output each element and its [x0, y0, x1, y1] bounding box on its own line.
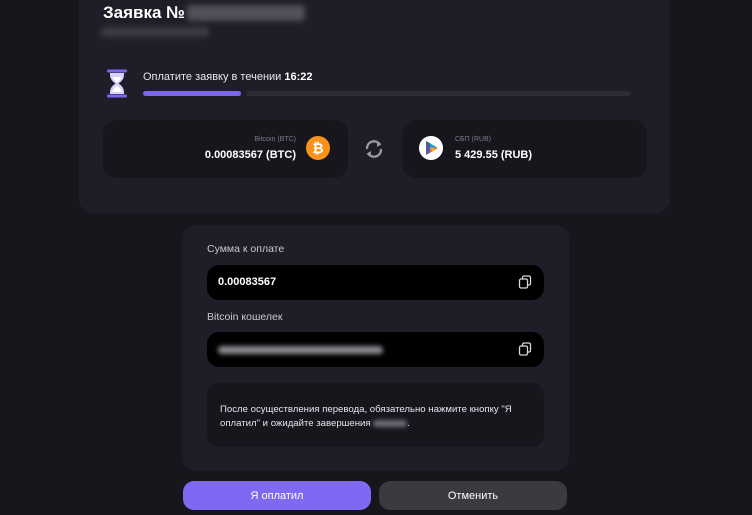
payment-notice: После осуществления перевода, обязательн…: [207, 383, 544, 447]
notice-text: После осуществления перевода, обязательн…: [220, 404, 512, 429]
cancel-button[interactable]: Отменить: [379, 481, 567, 510]
timer-progress-gap: [240, 91, 247, 96]
from-currency-box: Bitcoin (BTC) 0.00083567 (BTC) ₿: [103, 120, 348, 178]
from-currency-label: Bitcoin (BTC): [254, 136, 296, 143]
order-number-redacted: [187, 5, 306, 21]
copy-amount-icon[interactable]: [518, 275, 532, 289]
order-subtitle-redacted: [101, 27, 209, 37]
timer-value: 16:22: [284, 71, 313, 83]
amount-field: 0.00083567: [207, 265, 544, 300]
swap-icon[interactable]: [363, 138, 385, 160]
timer-prefix: Оплатите заявку в течении: [143, 71, 282, 83]
to-currency-amount: 5 429.55 (RUB): [455, 149, 533, 161]
notice-text-block: После осуществления перевода, обязательн…: [220, 403, 538, 431]
to-currency-box: СБП (RUB) 5 429.55 (RUB): [402, 120, 647, 178]
notice-redacted: [373, 419, 408, 427]
page-title-text: Заявка №: [103, 3, 186, 22]
amount-label: Сумма к оплате: [207, 243, 285, 255]
wallet-field: [207, 332, 544, 367]
paid-button[interactable]: Я оплатил: [183, 481, 371, 510]
sbp-icon: [419, 136, 443, 160]
wallet-address-redacted: [218, 346, 383, 354]
to-currency-label: СБП (RUB): [455, 136, 492, 143]
wallet-label: Bitcoin кошелек: [207, 311, 283, 323]
page-title: Заявка №: [103, 3, 306, 23]
copy-wallet-icon[interactable]: [518, 342, 532, 356]
amount-value: 0.00083567: [218, 276, 277, 288]
hourglass-icon: [107, 69, 127, 98]
notice-end: .: [407, 418, 410, 429]
timer-progress-bar: [143, 91, 631, 96]
from-currency-amount: 0.00083567 (BTC): [204, 149, 296, 161]
timer-progress-fill: [143, 91, 241, 96]
bitcoin-icon: ₿: [306, 136, 330, 160]
payment-timer: Оплатите заявку в течении 16:22: [143, 71, 313, 83]
